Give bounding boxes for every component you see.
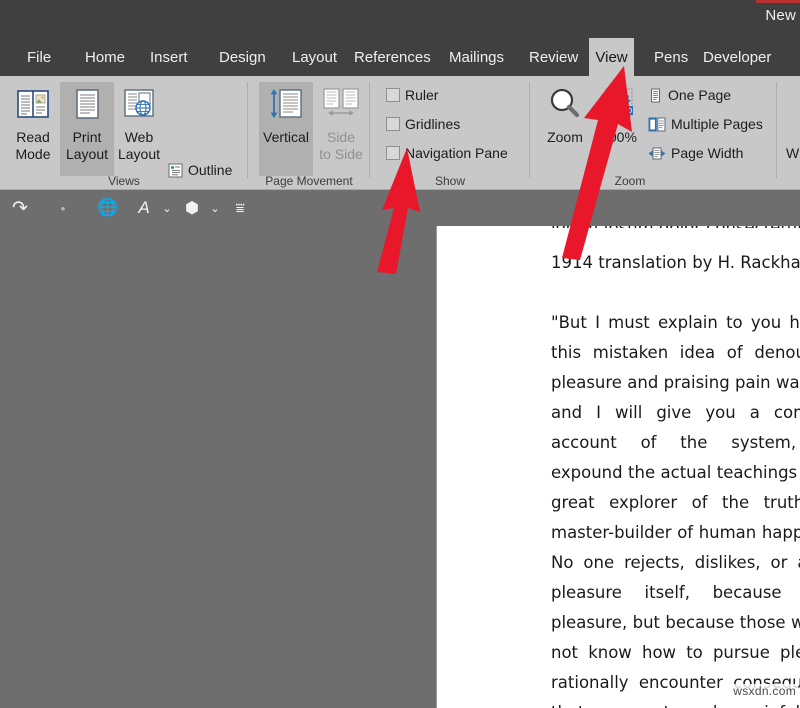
read-mode-button[interactable]: Read Mode: [6, 82, 60, 176]
tab-review[interactable]: Review: [520, 38, 587, 76]
tab-layout[interactable]: Layout: [283, 38, 346, 76]
side-to-side-label: Side to Side: [319, 129, 363, 162]
ribbon-group-zoom: Zoom 100 100% One Page Multiple Pages Pa…: [530, 76, 780, 190]
ruler-label: Ruler: [405, 87, 439, 103]
document-paragraph-1: "But I must explain to you how all this …: [551, 313, 800, 708]
window-group-item[interactable]: W: [786, 145, 799, 161]
accent-sliver: [756, 0, 800, 3]
ribbon: Read Mode Print Layout Web Layout Outlin…: [0, 76, 800, 207]
page-width-icon: [648, 146, 666, 161]
language-globe-icon[interactable]: 🌐: [96, 190, 120, 226]
tab-insert[interactable]: Insert: [141, 38, 197, 76]
tab-home[interactable]: Home: [76, 38, 134, 76]
redo-icon[interactable]: ↷: [8, 190, 32, 226]
dot-icon[interactable]: •: [54, 190, 72, 226]
one-page-label: One Page: [668, 87, 732, 103]
tab-mailings[interactable]: Mailings: [440, 38, 513, 76]
tab-file[interactable]: File: [18, 38, 60, 76]
tab-pens[interactable]: Pens: [645, 38, 697, 76]
ribbon-group-views: Read Mode Print Layout Web Layout Outlin…: [0, 76, 248, 207]
one-page-button[interactable]: One Page: [648, 87, 731, 103]
print-layout-button[interactable]: Print Layout: [60, 82, 114, 176]
page-movement-group-label: Page Movement: [265, 174, 353, 188]
watermark: wsxdn.com: [731, 684, 798, 698]
zoom-100-icon: 100: [598, 86, 640, 126]
chevron-down-icon-2[interactable]: ⌄: [208, 190, 222, 226]
zoom-button[interactable]: Zoom: [538, 82, 592, 176]
gridlines-checkbox[interactable]: [386, 117, 400, 131]
page-width-label: Page Width: [671, 145, 744, 161]
read-mode-label: Read Mode: [15, 129, 51, 162]
zoom-100-button[interactable]: 100 100%: [592, 82, 646, 176]
zoom-label: Zoom: [547, 129, 583, 145]
print-layout-label: Print Layout: [65, 129, 109, 162]
new-label: New: [765, 7, 796, 24]
ribbon-group-page-movement: Vertical Side to Side Page Movement: [248, 76, 370, 190]
read-mode-icon: [12, 86, 54, 126]
shape-fill-icon[interactable]: ⬢: [180, 190, 204, 226]
group-separator: [776, 82, 777, 178]
side-to-side-button[interactable]: Side to Side: [314, 82, 368, 176]
web-layout-icon: [118, 86, 160, 126]
side-to-side-icon: [320, 86, 362, 126]
zoom-100-label: 100%: [601, 129, 637, 145]
title-bar: New: [0, 0, 800, 38]
secondary-toolbar: ↷ • 🌐 A ⌄ ⬢ ⌄ ⩸: [0, 190, 800, 226]
navigation-pane-label: Navigation Pane: [405, 145, 508, 161]
navigation-pane-checkbox-row[interactable]: Navigation Pane: [386, 145, 508, 161]
svg-text:100: 100: [619, 107, 632, 115]
print-layout-icon: [66, 86, 108, 126]
ribbon-group-show: Ruler Gridlines Navigation Pane Show: [370, 76, 530, 190]
document-canvas[interactable]: lorem ipsum dolor consectetur adipiscing…: [0, 226, 800, 708]
tab-references[interactable]: References: [345, 38, 440, 76]
multiple-pages-icon: [648, 117, 666, 132]
window-group-label: W: [786, 145, 800, 161]
one-page-icon: [648, 88, 663, 103]
web-layout-button[interactable]: Web Layout: [112, 82, 166, 176]
multiple-pages-label: Multiple Pages: [671, 116, 763, 132]
vertical-scroll-icon: [265, 86, 307, 126]
gridlines-label: Gridlines: [405, 116, 461, 132]
magnifier-icon: [544, 86, 586, 126]
multiple-pages-button[interactable]: Multiple Pages: [648, 116, 763, 132]
document-paragraph-0: 1914 translation by H. Rackham: [551, 253, 800, 272]
text-effects-icon[interactable]: A: [132, 190, 156, 226]
word-window: New File Home Insert Design Layout Refer…: [0, 0, 800, 708]
vertical-button[interactable]: Vertical: [259, 82, 313, 176]
document-body[interactable]: 1914 translation by H. Rackham "But I mu…: [551, 248, 800, 708]
show-group-label: Show: [434, 174, 466, 188]
ribbon-tab-strip: File Home Insert Design Layout Reference…: [0, 38, 800, 76]
previous-page-text-remnant: lorem ipsum dolor consectetur adipiscing: [551, 226, 800, 228]
navigation-pane-checkbox[interactable]: [386, 146, 400, 160]
chevron-down-icon[interactable]: ⌄: [160, 190, 174, 226]
more-options-icon[interactable]: ⩸: [230, 190, 250, 226]
ribbon-group-window: W: [780, 76, 800, 190]
tab-developer[interactable]: Developer: [694, 38, 780, 76]
gridlines-checkbox-row[interactable]: Gridlines: [386, 116, 460, 132]
views-group-label: Views: [108, 174, 140, 188]
tab-design[interactable]: Design: [210, 38, 275, 76]
zoom-group-label: Zoom: [614, 174, 646, 188]
ruler-checkbox-row[interactable]: Ruler: [386, 87, 438, 103]
page-width-button[interactable]: Page Width: [648, 145, 743, 161]
ruler-checkbox[interactable]: [386, 88, 400, 102]
vertical-label: Vertical: [263, 129, 309, 145]
tab-view[interactable]: View: [589, 38, 634, 76]
document-page[interactable]: lorem ipsum dolor consectetur adipiscing…: [437, 226, 800, 708]
web-layout-label: Web Layout: [117, 129, 161, 162]
